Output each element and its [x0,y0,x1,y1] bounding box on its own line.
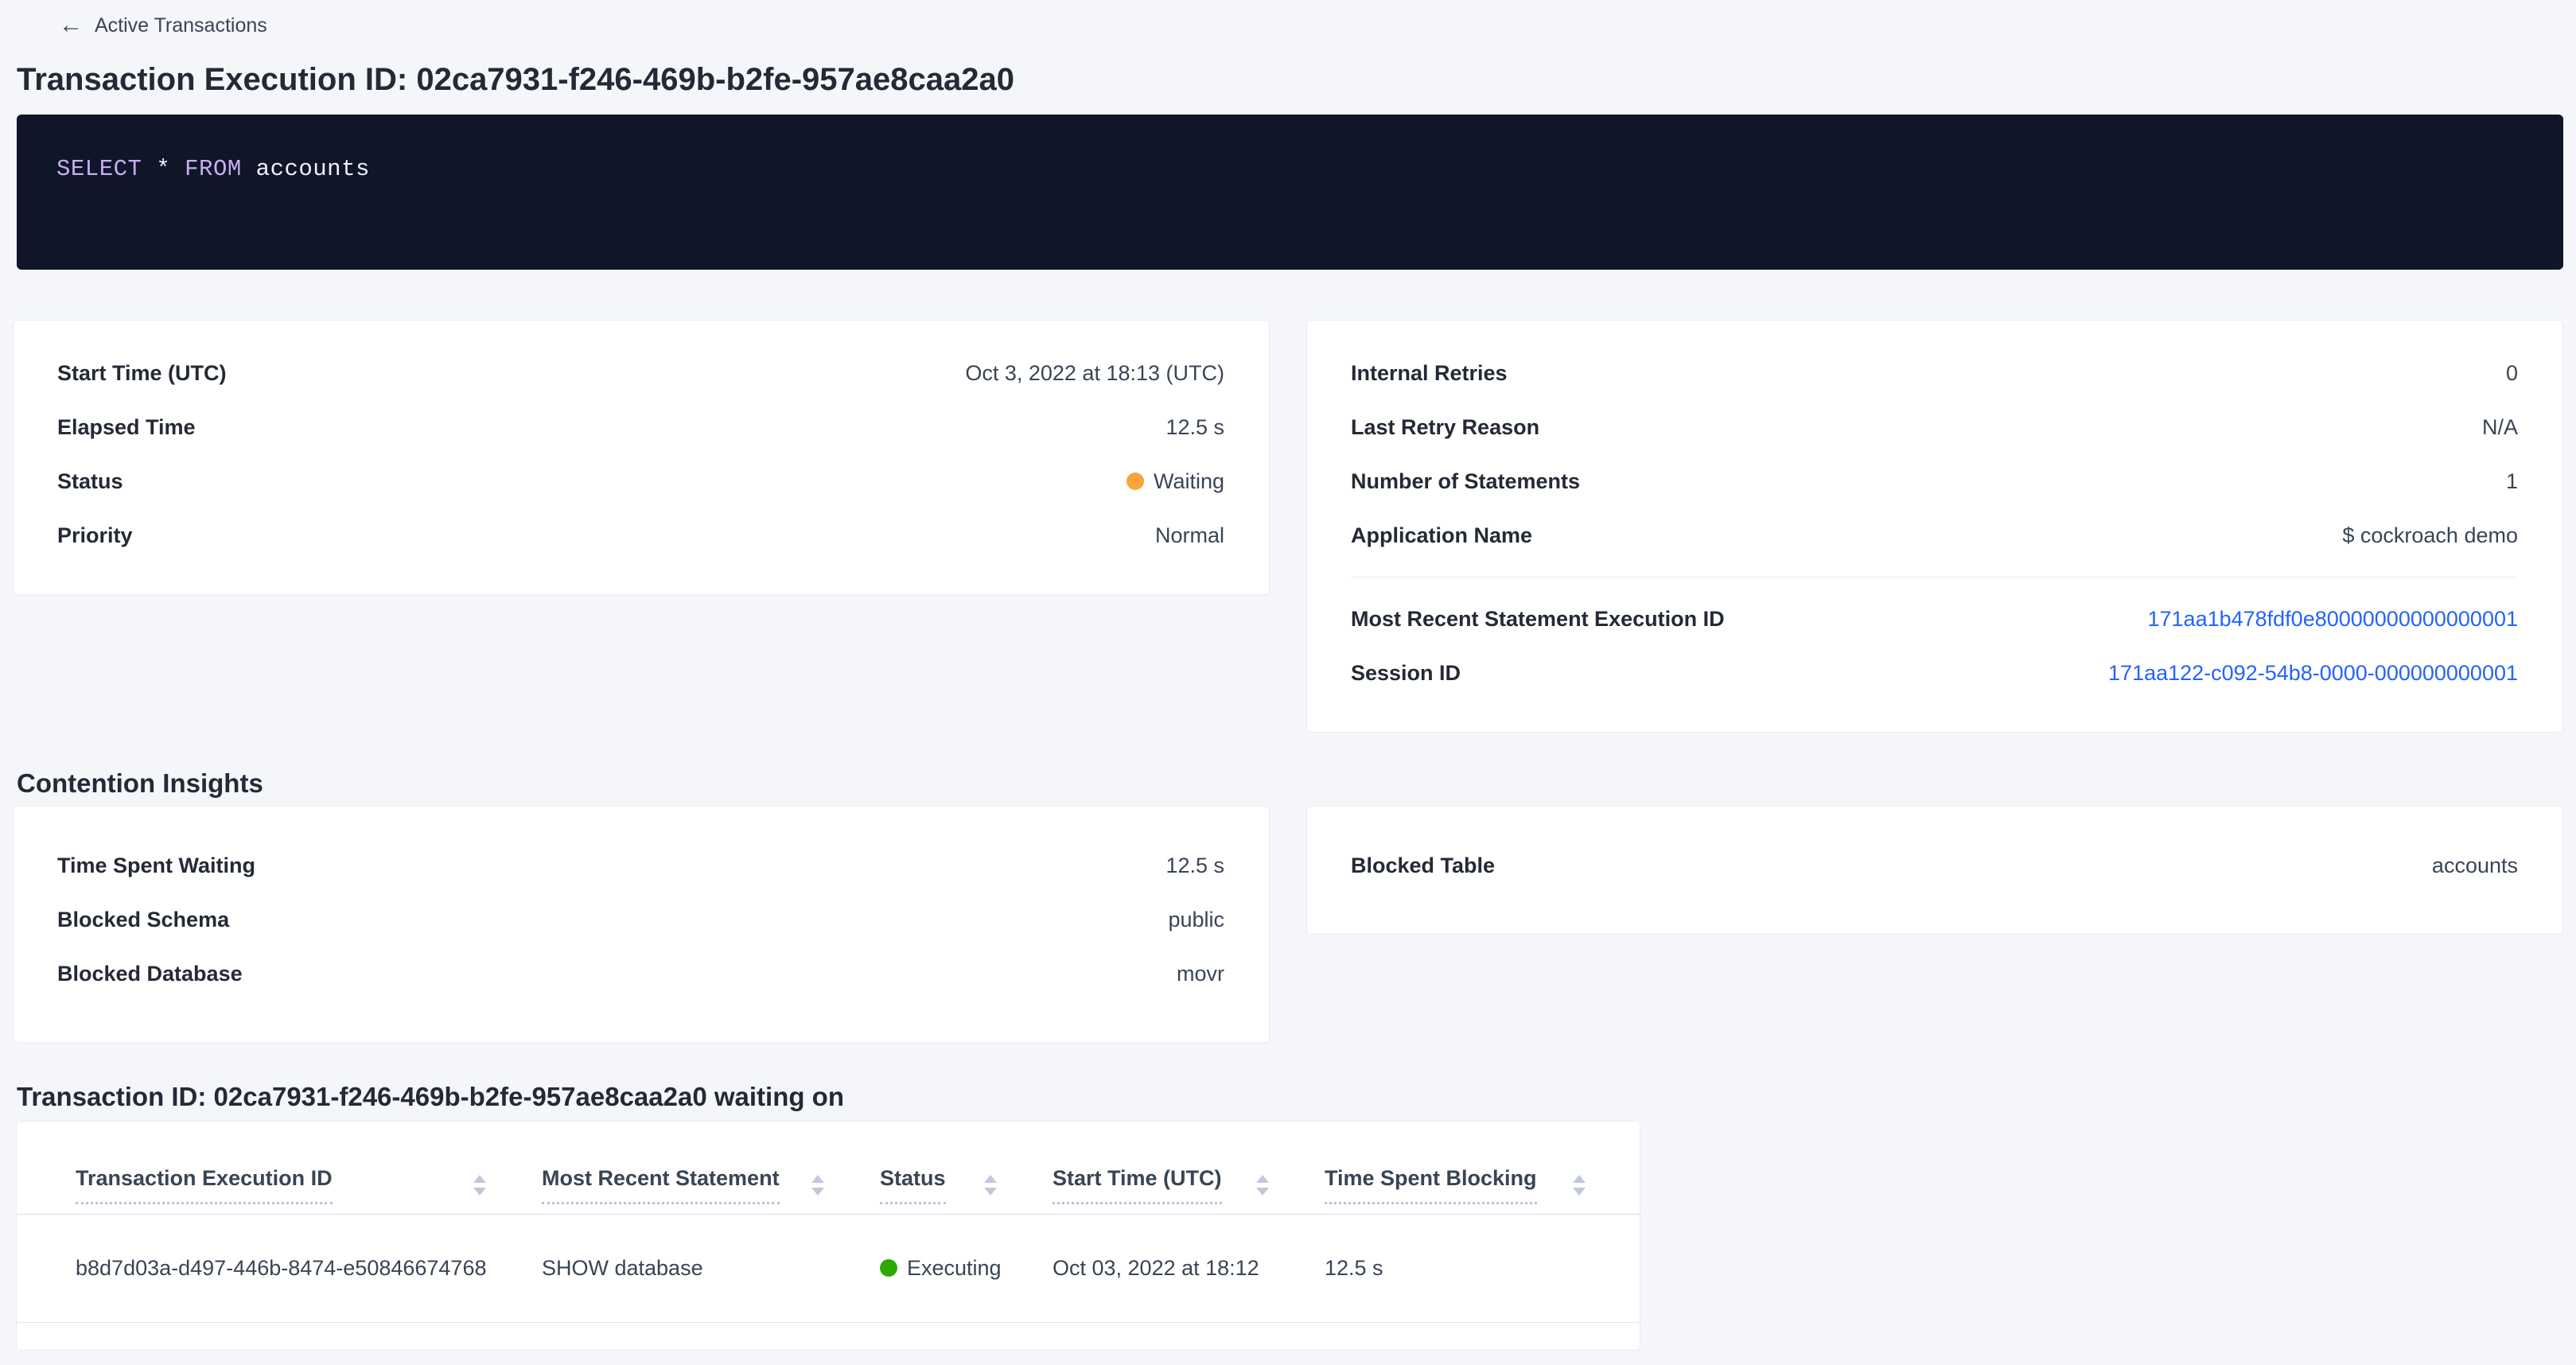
info-value: 1 [2506,469,2518,494]
waiting-on-title: Transaction ID: 02ca7931-f246-469b-b2fe-… [17,1081,2563,1113]
waiting-status-dot-icon [1127,472,1144,490]
info-label: Session ID [1351,661,1461,686]
info-label: Last Retry Reason [1351,415,1539,440]
column-header-status[interactable]: Status [880,1122,1053,1215]
sql-keyword-from: FROM [185,156,242,182]
column-header-most-recent-statement[interactable]: Most Recent Statement [542,1122,880,1215]
transaction-details-page: ← Active Transactions Transaction Execut… [0,0,2576,1351]
sql-statement-box: SELECT * FROM accounts [17,115,2563,270]
sort-icon [1573,1175,1586,1196]
column-header-time-spent-blocking[interactable]: Time Spent Blocking [1325,1122,1641,1215]
info-label: Number of Statements [1351,469,1580,494]
info-row-start-time: Start Time (UTC) Oct 3, 2022 at 18:13 (U… [57,346,1224,400]
column-header-start-time[interactable]: Start Time (UTC) [1053,1122,1325,1215]
info-value: Oct 3, 2022 at 18:13 (UTC) [965,361,1224,386]
status-text: Executing [907,1256,1002,1280]
session-id-link[interactable]: 171aa122-c092-54b8-0000-000000000001 [2108,661,2518,686]
column-header-transaction-execution-id[interactable]: Transaction Execution ID [17,1122,542,1215]
card-divider [1351,577,2518,578]
info-label: Elapsed Time [57,415,196,440]
info-value: accounts [2432,854,2518,878]
cell-transaction-execution-id: b8d7d03a-d497-446b-8474-e50846674768 [17,1215,542,1323]
column-header-label: Start Time (UTC) [1053,1166,1222,1204]
back-link[interactable]: ← Active Transactions [59,11,267,40]
info-row-time-spent-waiting: Time Spent Waiting 12.5 s [57,838,1224,892]
summary-card-right: Internal Retries 0 Last Retry Reason N/A… [1306,320,2563,733]
info-value: 12.5 s [1165,854,1224,878]
waiting-table-card: Transaction Execution ID Most Recent Sta… [16,1121,1640,1351]
info-row-blocked-schema: Blocked Schema public [57,892,1224,947]
info-row-blocked-table: Blocked Table accounts [1351,838,2518,892]
info-row-last-retry-reason: Last Retry Reason N/A [1351,400,2518,454]
info-value: 12.5 s [1165,415,1224,440]
info-value: 0 [2506,361,2518,386]
info-row-application-name: Application Name $ cockroach demo [1351,508,2518,562]
info-value: movr [1177,962,1224,986]
info-value: public [1168,908,1224,932]
back-link-label: Active Transactions [95,14,267,37]
info-row-session-id: Session ID 171aa122-c092-54b8-0000-00000… [1351,646,2518,700]
info-value: N/A [2482,415,2518,440]
info-row-statement-execution-id: Most Recent Statement Execution ID 171aa… [1351,592,2518,646]
info-row-status: Status Waiting [57,454,1224,508]
info-label: Priority [57,523,133,548]
status-text: Waiting [1154,469,1224,493]
info-label: Blocked Table [1351,854,1495,878]
sql-star: * [156,156,170,182]
sql-table-name: accounts [256,156,370,182]
info-value: Normal [1155,523,1224,548]
table-row: b8d7d03a-d497-446b-8474-e50846674768 SHO… [17,1215,1641,1323]
info-label: Time Spent Waiting [57,854,255,878]
cell-most-recent-statement: SHOW database [542,1215,880,1323]
summary-card-left: Start Time (UTC) Oct 3, 2022 at 18:13 (U… [13,320,1270,595]
contention-cards-row: Time Spent Waiting 12.5 s Blocked Schema… [13,806,2563,1043]
waiting-table-header-row: Transaction Execution ID Most Recent Sta… [17,1122,1641,1215]
info-label: Internal Retries [1351,361,1508,386]
info-row-priority: Priority Normal [57,508,1224,562]
column-header-label: Status [880,1166,946,1204]
summary-cards-row: Start Time (UTC) Oct 3, 2022 at 18:13 (U… [13,320,2563,733]
sort-icon [473,1175,486,1196]
info-label: Most Recent Statement Execution ID [1351,607,1725,632]
statement-execution-id-link[interactable]: 171aa1b478fdf0e80000000000000001 [2148,607,2519,632]
info-label: Application Name [1351,523,1532,548]
sql-keyword-select: SELECT [56,156,142,182]
info-label: Start Time (UTC) [57,361,227,386]
info-value: $ cockroach demo [2342,523,2518,548]
column-header-label: Most Recent Statement [542,1166,780,1204]
info-row-elapsed-time: Elapsed Time 12.5 s [57,400,1224,454]
cell-time-spent-blocking: 12.5 s [1325,1215,1641,1323]
info-row-internal-retries: Internal Retries 0 [1351,346,2518,400]
info-row-number-of-statements: Number of Statements 1 [1351,454,2518,508]
executing-status-dot-icon [880,1259,897,1277]
info-label: Blocked Database [57,962,243,986]
info-row-blocked-database: Blocked Database movr [57,947,1224,1001]
column-header-label: Time Spent Blocking [1325,1166,1537,1204]
back-arrow-icon: ← [59,14,83,37]
waiting-table: Transaction Execution ID Most Recent Sta… [17,1122,1641,1323]
column-header-label: Transaction Execution ID [76,1166,333,1204]
contention-insights-title: Contention Insights [17,768,2563,799]
sort-icon [811,1175,824,1196]
page-title: Transaction Execution ID: 02ca7931-f246-… [17,60,2563,99]
contention-card-left: Time Spent Waiting 12.5 s Blocked Schema… [13,806,1270,1043]
info-value: Waiting [1127,469,1224,494]
sort-icon [1256,1175,1269,1196]
sort-icon [984,1175,997,1196]
cell-status: Executing [880,1215,1053,1323]
info-label: Blocked Schema [57,908,229,932]
contention-card-right: Blocked Table accounts [1306,806,2563,935]
cell-start-time: Oct 03, 2022 at 18:12 [1053,1215,1325,1323]
info-label: Status [57,469,123,494]
